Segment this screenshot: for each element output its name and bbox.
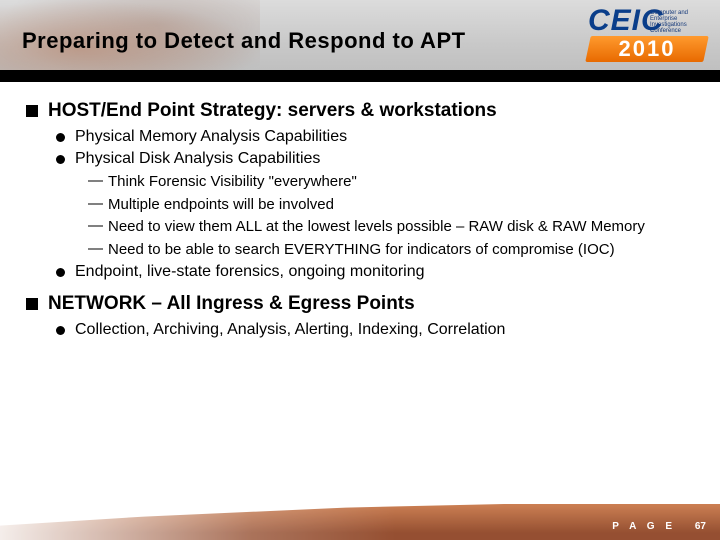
sub-list-item: — Need to view them ALL at the lowest le… (88, 217, 694, 237)
content: HOST/End Point Strategy: servers & works… (26, 100, 694, 343)
page-number: 67 (695, 521, 706, 532)
list-item: Physical Disk Analysis Capabilities (56, 150, 694, 168)
sub-list-item: — Multiple endpoints will be involved (88, 195, 694, 215)
section-title: NETWORK – All Ingress & Egress Points (48, 293, 415, 315)
list-item-text: Physical Disk Analysis Capabilities (75, 150, 320, 168)
square-bullet-icon (26, 298, 38, 310)
list-item-text: Physical Memory Analysis Capabilities (75, 128, 347, 146)
dash-bullet-icon: — (88, 217, 102, 235)
square-bullet-icon (26, 105, 38, 117)
logo-year-wrap: 2010 (588, 36, 706, 66)
dash-bullet-icon: — (88, 195, 102, 213)
disc-bullet-icon (56, 268, 65, 277)
page-label: P A G E (612, 521, 676, 532)
disc-bullet-icon (56, 155, 65, 164)
logo-subtext: Computer and Enterprise Investigations C… (650, 10, 708, 34)
conference-logo: Computer and Enterprise Investigations C… (588, 4, 708, 74)
section-title: HOST/End Point Strategy: servers & works… (48, 100, 497, 122)
sub-list-item-text: Need to view them ALL at the lowest leve… (108, 217, 645, 237)
sub-list-item-text: Think Forensic Visibility "everywhere" (108, 172, 357, 192)
list-item-text: Collection, Archiving, Analysis, Alertin… (75, 321, 505, 339)
sub-list-item-text: Multiple endpoints will be involved (108, 195, 334, 215)
list-item-text: Endpoint, live-state forensics, ongoing … (75, 263, 425, 281)
disc-bullet-icon (56, 133, 65, 142)
sub-list-item-text: Need to be able to search EVERYTHING for… (108, 240, 615, 260)
sub-list-item: — Need to be able to search EVERYTHING f… (88, 240, 694, 260)
logo-year: 2010 (588, 36, 706, 62)
section-heading: NETWORK – All Ingress & Egress Points (26, 293, 694, 315)
list-item: Collection, Archiving, Analysis, Alertin… (56, 321, 694, 339)
list-item: Endpoint, live-state forensics, ongoing … (56, 263, 694, 281)
dash-bullet-icon: — (88, 240, 102, 258)
slide: Preparing to Detect and Respond to APT C… (0, 0, 720, 540)
section-heading: HOST/End Point Strategy: servers & works… (26, 100, 694, 122)
list-item: Physical Memory Analysis Capabilities (56, 128, 694, 146)
footer: P A G E 67 (0, 504, 720, 540)
sub-list-item: — Think Forensic Visibility "everywhere" (88, 172, 694, 192)
slide-title: Preparing to Detect and Respond to APT (22, 28, 466, 54)
dash-bullet-icon: — (88, 172, 102, 190)
spacer (26, 285, 694, 293)
disc-bullet-icon (56, 326, 65, 335)
